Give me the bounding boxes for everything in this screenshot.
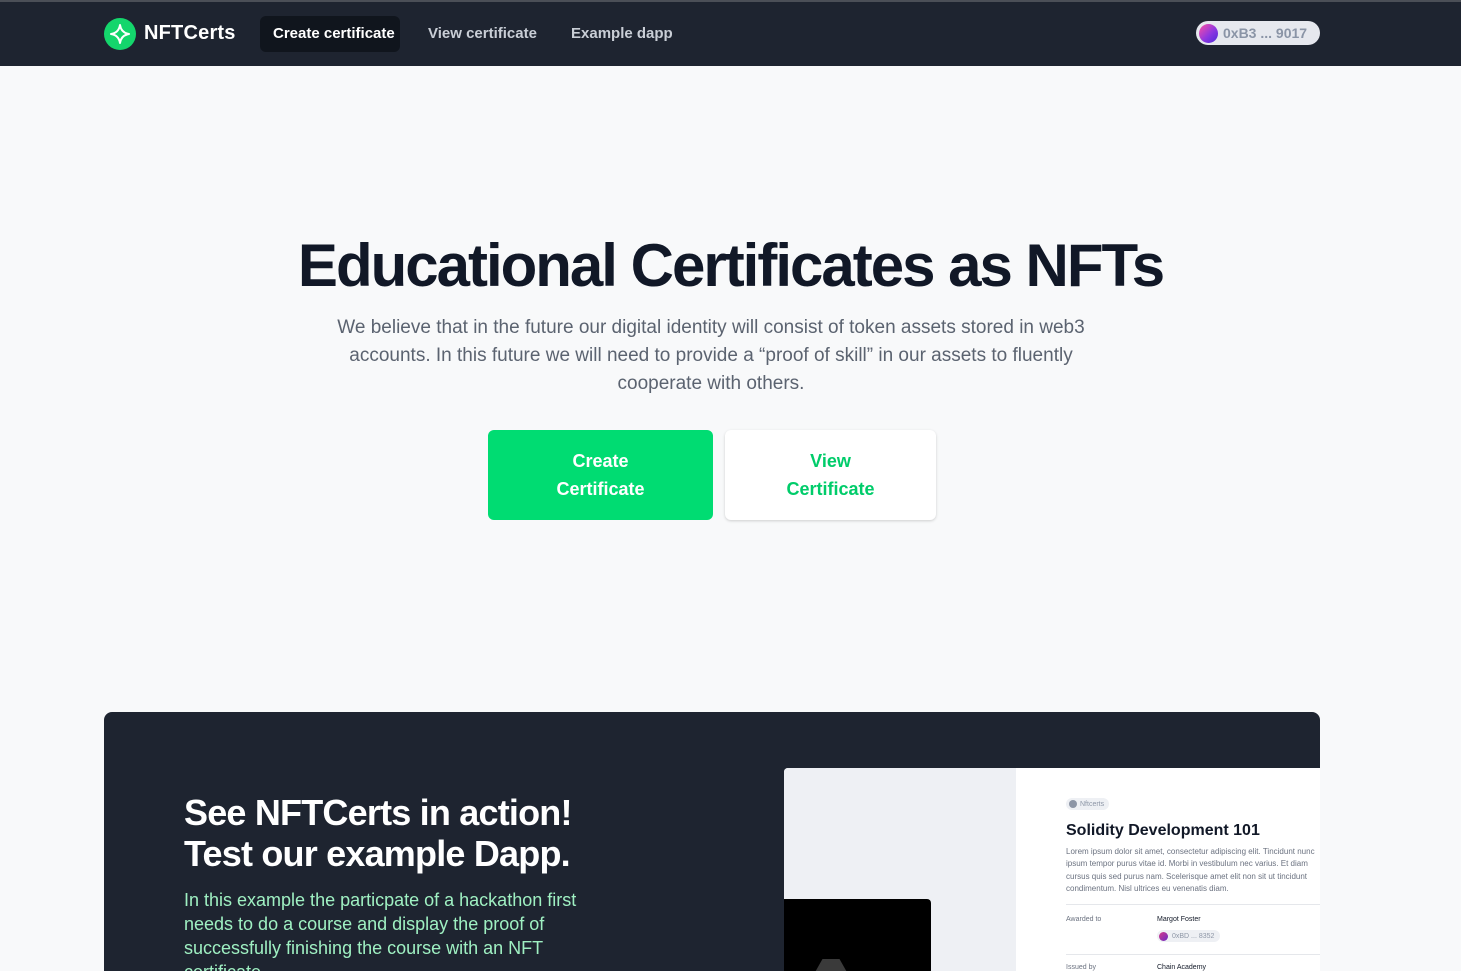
nav-example-dapp[interactable]: Example dapp: [558, 16, 686, 52]
top-navbar: NFTCerts Create certificate View certifi…: [0, 2, 1461, 66]
preview-awarded-name: Margot Foster: [1157, 916, 1201, 923]
preview-awarded-label: Awarded to: [1066, 916, 1102, 923]
preview-sidebar: [784, 768, 1016, 971]
video-logo-icon: [814, 959, 848, 971]
create-certificate-button[interactable]: Create Certificate: [488, 430, 713, 520]
wallet-avatar: [1199, 23, 1218, 43]
view-certificate-button[interactable]: View Certificate: [725, 430, 936, 520]
example-dapp-section: See NFTCerts in action! Test our example…: [104, 712, 1320, 971]
preview-address-avatar: [1159, 931, 1168, 941]
preview-divider: [1066, 904, 1320, 905]
hero-title: Educational Certificates as NFTs: [297, 232, 1165, 299]
sparkle-icon[interactable]: [104, 18, 136, 50]
nav-view-certificate[interactable]: View certificate: [415, 16, 550, 52]
preview-awarded-address: 0xBD ... 8352: [1157, 930, 1221, 942]
demo-title-line1: See NFTCerts in action!: [184, 792, 572, 833]
certificate-preview-image: Nftcerts Solidity Development 101 Lorem …: [784, 768, 1320, 971]
preview-issued-value: Chain Academy: [1157, 964, 1207, 971]
preview-badge: Nftcerts: [1066, 798, 1110, 810]
wallet-button[interactable]: 0xB3 ... 9017: [1196, 21, 1320, 45]
preview-certificate-title: Solidity Development 101: [1066, 822, 1260, 839]
demo-description: In this example the particpate of a hack…: [184, 890, 577, 971]
demo-title-line2: Test our example Dapp.: [184, 833, 571, 874]
preview-divider: [1066, 954, 1320, 955]
preview-certificate-description: Lorem ipsum dolor sit amet, consectetur …: [1066, 847, 1315, 893]
preview-address-text: 0xBD ... 8352: [1172, 932, 1215, 940]
preview-badge-icon: [1069, 800, 1077, 808]
wallet-address: 0xB3 ... 9017: [1223, 25, 1308, 41]
preview-video-thumbnail: [784, 899, 931, 971]
nav-create-certificate[interactable]: Create certificate: [260, 16, 400, 52]
preview-badge-label: Nftcerts: [1080, 800, 1105, 808]
brand-name[interactable]: NFTCerts: [144, 22, 236, 45]
preview-issued-label: Issued by: [1066, 964, 1096, 971]
demo-title: See NFTCerts in action! Test our example…: [184, 792, 572, 874]
hero-subtitle: We believe that in the future our digita…: [337, 317, 1085, 394]
